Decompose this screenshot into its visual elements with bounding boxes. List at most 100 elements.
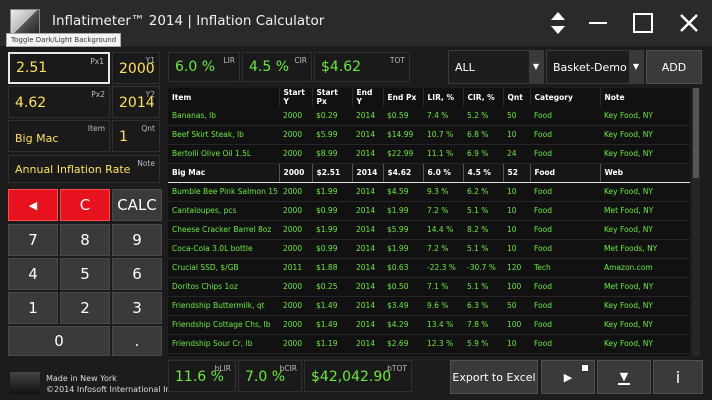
table-cell: 50	[503, 296, 530, 316]
table-cell: Cheese Cracker Barrel 8oz	[168, 220, 279, 240]
download-button[interactable]: ▼	[597, 360, 651, 394]
table-cell: $0.29	[312, 106, 352, 126]
basket-table[interactable]: Item Start Y Start Px End Y End Px LIR, % CIR,…	[168, 88, 690, 356]
column-header[interactable]: LIR, %	[423, 88, 464, 106]
table-row[interactable]: Crucial SSD, $/GB 2011 $1.88 2014 $0.63 -22.3…	[168, 258, 690, 278]
px2-field[interactable]: Px2 4.62	[8, 86, 110, 118]
key-2[interactable]: 2	[60, 292, 110, 324]
clear-button[interactable]: C	[60, 189, 110, 221]
column-header[interactable]: CIR, %	[463, 88, 504, 106]
key-1[interactable]: 1	[8, 292, 58, 324]
table-row[interactable]: Bananas, lb 2000 $0.29 2014 $0.59 7.4 % 5.2 % 5…	[168, 106, 690, 126]
table-cell: 7.1 %	[423, 277, 463, 297]
info-button[interactable]: i	[653, 360, 703, 394]
footer-line2: ©2014 Infosoft International Inc	[46, 385, 175, 394]
export-excel-button[interactable]: Export to Excel	[450, 360, 538, 394]
key-0[interactable]: 0	[8, 326, 110, 356]
table-cell: 7.4 %	[423, 106, 463, 126]
column-header[interactable]: End Y	[352, 88, 384, 106]
key-5[interactable]: 5	[60, 258, 110, 290]
table-row[interactable]: Friendship Buttermilk, qt 2000 $1.49 2014 $3…	[168, 296, 690, 316]
column-header[interactable]: Start Px	[312, 88, 353, 106]
cir-field: CIR 4.5 %	[242, 52, 312, 82]
y2-field[interactable]: Y2 2014	[112, 86, 160, 118]
table-row[interactable]: Friendship Cottage Chs, lb 2000 $1.49 2014 $…	[168, 315, 690, 335]
table-cell: Crucial SSD, $/GB	[168, 258, 279, 278]
table-cell: 100	[503, 277, 530, 297]
table-scrollbar[interactable]	[692, 88, 700, 356]
table-cell: Bananas, lb	[168, 106, 279, 126]
column-header[interactable]: Note	[600, 88, 690, 106]
basket-dropdown[interactable]: Basket-Demo ▼	[546, 50, 644, 84]
calc-button[interactable]: CALC	[112, 189, 162, 221]
table-row[interactable]: Beef Skirt Steak, lb 2000 $5.99 2014 $14.99 1…	[168, 125, 690, 145]
table-cell: 2011	[279, 258, 312, 278]
key-3[interactable]: 3	[112, 292, 162, 324]
table-cell: 2014	[352, 220, 383, 240]
table-cell: $3.49	[383, 296, 423, 316]
table-row[interactable]: Bertolli Olive Oil 1.5L 2000 $8.99 2014 $22.…	[168, 144, 690, 164]
table-cell: 7.2 %	[423, 239, 463, 259]
column-header[interactable]: Item	[168, 88, 280, 106]
item-label: Item	[87, 124, 105, 133]
table-cell: -22.3 %	[423, 258, 463, 278]
add-button[interactable]: ADD	[646, 50, 702, 84]
table-cell: 13.4 %	[423, 315, 463, 335]
lir-field: LIR 6.0 %	[168, 52, 240, 82]
y1-field[interactable]: Y1 2000	[112, 52, 160, 84]
px2-label: Px2	[91, 90, 105, 99]
table-row[interactable]: Friendship Sour Cr, lb 2000 $1.19 2014 $2.69…	[168, 334, 690, 354]
category-dropdown[interactable]: ALL ▼	[448, 50, 544, 84]
table-row[interactable]: Bumble Bee Pink Salmon 15 2000 $1.99 2014 $4…	[168, 182, 690, 202]
table-cell: 6.2 %	[463, 182, 503, 202]
column-header[interactable]: Qnt	[503, 88, 531, 106]
table-cell: 9.6 %	[423, 296, 463, 316]
minimize-icon[interactable]	[583, 8, 613, 38]
table-cell: 6.9 %	[463, 144, 503, 164]
play-button[interactable]: ▶	[541, 360, 595, 394]
backspace-button[interactable]: ◀	[8, 189, 58, 221]
qnt-value: 1	[119, 129, 128, 145]
table-cell: 52	[503, 162, 531, 183]
app-logo[interactable]	[10, 9, 40, 35]
note-field[interactable]: Note Annual Inflation Rate	[8, 155, 160, 183]
key-9[interactable]: 9	[112, 224, 162, 256]
table-cell: 7.8 %	[463, 315, 503, 335]
table-cell: 5.1 %	[463, 239, 503, 259]
table-cell: 2014	[352, 296, 383, 316]
table-cell: $1.99	[383, 201, 423, 221]
table-cell: Food	[530, 144, 600, 164]
table-cell: 12.3 %	[423, 334, 463, 354]
key-dot[interactable]: .	[112, 326, 162, 356]
table-row[interactable]: Coca-Cola 3.0L bottle 2000 $0.99 2014 $1.99 7…	[168, 239, 690, 259]
key-8[interactable]: 8	[60, 224, 110, 256]
note-label: Note	[137, 159, 155, 168]
bcir-field: bCIR 7.0 %	[238, 360, 302, 392]
column-header[interactable]: Start Y	[279, 88, 313, 106]
item-field[interactable]: Item Big Mac	[8, 120, 110, 152]
table-row[interactable]: Cantaloupes, pcs 2000 $0.99 2014 $1.99 7.2 % 5…	[168, 201, 690, 221]
table-cell: 2000	[279, 277, 312, 297]
column-header[interactable]: End Px	[383, 88, 424, 106]
close-icon[interactable]	[674, 8, 704, 38]
download-icon: ▼	[617, 369, 631, 385]
table-row[interactable]: Cheese Cracker Barrel 8oz 2000 $1.99 2014 $5…	[168, 220, 690, 240]
qnt-field[interactable]: Qnt 1	[112, 120, 160, 152]
key-7[interactable]: 7	[8, 224, 58, 256]
column-header[interactable]: Category	[530, 88, 601, 106]
key-6[interactable]: 6	[112, 258, 162, 290]
key-4[interactable]: 4	[8, 258, 58, 290]
px1-field[interactable]: Px1 2.51	[8, 52, 110, 84]
table-cell: Cantaloupes, pcs	[168, 201, 279, 221]
scrollbar-thumb[interactable]	[693, 88, 699, 178]
table-cell: 10	[503, 125, 530, 145]
table-cell: $1.99	[312, 220, 352, 240]
table-cell: Friendship Cottage Chs, lb	[168, 315, 279, 335]
table-cell: Met Food, NY	[600, 277, 690, 297]
maximize-icon[interactable]	[628, 8, 658, 38]
table-row[interactable]: Doritos Chips 1oz 2000 $0.25 2014 $0.50 7.1 %…	[168, 277, 690, 297]
table-cell: $8.99	[312, 144, 352, 164]
table-row[interactable]: Big Mac 2000 $2.51 2014 $4.62 6.0 % 4.5 % 52 Foo…	[168, 162, 690, 183]
table-cell: Key Food, NY	[600, 315, 690, 335]
sort-updown-icon[interactable]	[543, 8, 573, 38]
